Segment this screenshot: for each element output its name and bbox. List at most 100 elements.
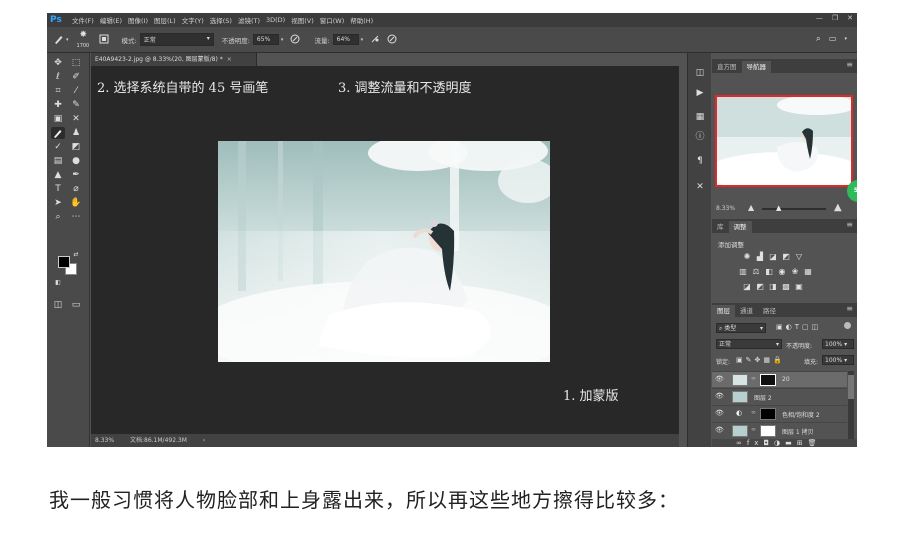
mode-select[interactable]: 正常 ▾: [139, 33, 214, 46]
link-icon[interactable]: ∞: [751, 426, 756, 433]
clone-stamp-tool-icon[interactable]: ♟: [69, 127, 83, 139]
tab-layers[interactable]: 图层: [712, 305, 735, 317]
menu-file[interactable]: 文件(F): [72, 15, 94, 25]
brush-preset-caret[interactable]: ▾: [66, 37, 69, 43]
new-group-icon[interactable]: ▬: [785, 439, 797, 447]
tab-channels[interactable]: 通道: [735, 305, 758, 317]
invert-icon[interactable]: ◪: [742, 282, 752, 292]
color-lookup-icon[interactable]: ▦: [803, 267, 813, 277]
type-tool-icon[interactable]: T: [51, 183, 65, 195]
eye-icon[interactable]: 👁: [715, 375, 724, 383]
minimize-button[interactable]: —: [816, 14, 823, 22]
content-aware-move-tool-icon[interactable]: ✕: [69, 113, 83, 125]
blur-tool-icon[interactable]: ●: [69, 155, 83, 167]
filter-toggle-icon[interactable]: [844, 322, 851, 329]
document-image[interactable]: [218, 141, 550, 362]
pen-tool-icon[interactable]: ✒: [69, 169, 83, 181]
brush-panel-icon[interactable]: [99, 34, 110, 45]
info-panel-icon[interactable]: ⓘ: [694, 131, 706, 143]
hand-tool-icon[interactable]: ✋: [69, 197, 83, 209]
eye-icon[interactable]: 👁: [715, 392, 724, 400]
tab-libraries[interactable]: 库: [712, 221, 729, 233]
tab-adjustments[interactable]: 调整: [728, 221, 752, 233]
link-icon[interactable]: ∞: [751, 375, 756, 382]
gradient-tool-icon[interactable]: ▤: [51, 155, 65, 167]
exposure-icon[interactable]: ◩: [781, 252, 791, 262]
panel-menu-icon[interactable]: ≡: [846, 60, 853, 69]
eyedropper-tool-icon[interactable]: ⁄: [69, 85, 83, 97]
pressure-opacity-icon[interactable]: [289, 34, 300, 45]
actions-panel-icon[interactable]: ▶: [694, 87, 706, 99]
blend-mode-select[interactable]: 正常 ▾: [716, 339, 782, 349]
delete-layer-icon[interactable]: 🗑: [808, 439, 822, 447]
pressure-size-icon[interactable]: [386, 34, 397, 45]
close-tab-icon[interactable]: ×: [227, 56, 232, 63]
layer-row[interactable]: 👁 ∞ 图层 1 拷贝: [712, 422, 847, 438]
tab-histogram[interactable]: 直方图: [712, 61, 742, 73]
black-white-icon[interactable]: ◧: [764, 267, 774, 277]
layers-scrollbar-thumb[interactable]: [848, 375, 854, 399]
tab-paths[interactable]: 路径: [758, 305, 781, 317]
lock-options-icons[interactable]: ▣✎✥▦🔒: [736, 356, 785, 364]
opacity-input[interactable]: 65%: [252, 34, 279, 45]
menu-layer[interactable]: 图层(L): [154, 15, 176, 25]
layer-mask-thumbnail[interactable]: [760, 408, 776, 420]
default-colors-icon[interactable]: ◧: [51, 277, 65, 289]
menu-help[interactable]: 帮助(H): [350, 15, 373, 25]
menu-window[interactable]: 窗口(W): [320, 15, 345, 25]
adjustments-menu-icon[interactable]: ≡: [846, 220, 853, 229]
quick-mask-icon[interactable]: ◫: [51, 299, 65, 311]
vibrance-icon[interactable]: ▽: [794, 252, 804, 262]
tool-presets-icon[interactable]: ✕: [694, 181, 706, 193]
lasso-tool-icon[interactable]: ℓ: [51, 71, 65, 83]
layer-row[interactable]: 👁 图层 2: [712, 388, 847, 404]
layers-scrollbar[interactable]: [848, 371, 854, 439]
patch-tool-icon[interactable]: ▣: [51, 113, 65, 125]
selective-color-icon[interactable]: ▩: [781, 282, 791, 292]
curves-icon[interactable]: ◪: [768, 252, 778, 262]
flow-dropdown-icon[interactable]: ▾: [361, 37, 364, 43]
history-panel-icon[interactable]: ◫: [694, 67, 706, 79]
navigator-zoom-value[interactable]: 8.33%: [716, 205, 735, 212]
restore-button[interactable]: ❐: [832, 14, 838, 22]
navigator-preview[interactable]: [715, 95, 853, 187]
menu-image[interactable]: 图像(I): [128, 15, 148, 25]
airbrush-icon[interactable]: [369, 34, 380, 45]
zoom-level[interactable]: 8.33%: [95, 437, 114, 444]
menu-3d[interactable]: 3D(D): [266, 16, 285, 24]
swap-colors-icon[interactable]: ⇄: [69, 249, 83, 261]
levels-icon[interactable]: ▟: [755, 252, 765, 262]
opacity-dropdown-icon[interactable]: ▾: [281, 37, 284, 43]
layer-mask-thumbnail[interactable]: [760, 374, 776, 386]
brush-tool-icon[interactable]: [53, 34, 64, 45]
floating-badge-icon[interactable]: 56: [847, 180, 857, 202]
layer-row[interactable]: 👁 ◐ ∞ 色相/饱和度 2: [712, 405, 847, 421]
layer-row[interactable]: 👁 ∞ 20: [712, 371, 847, 387]
path-select-tool-icon[interactable]: ⌀: [69, 183, 83, 195]
link-icon[interactable]: ∞: [751, 409, 756, 416]
link-layers-icon[interactable]: ∞: [736, 439, 747, 447]
zoom-slider-handle[interactable]: ▲: [776, 204, 781, 212]
menu-view[interactable]: 视图(V): [291, 15, 314, 25]
gradient-map-icon[interactable]: ▣: [794, 282, 804, 292]
close-window-button[interactable]: ✕: [847, 14, 853, 22]
workspace-icon[interactable]: ▭: [829, 34, 837, 45]
zoom-out-icon[interactable]: ▲: [748, 203, 754, 212]
photo-filter-icon[interactable]: ◉: [777, 267, 787, 277]
layer-mask-thumbnail[interactable]: [760, 425, 776, 437]
tab-navigator[interactable]: 导航器: [741, 61, 771, 73]
posterize-icon[interactable]: ◩: [755, 282, 765, 292]
add-mask-icon[interactable]: ◘: [763, 439, 774, 447]
brightness-icon[interactable]: ✺: [742, 252, 752, 262]
history-brush-tool-icon[interactable]: ✓: [51, 141, 65, 153]
menu-edit[interactable]: 编辑(E): [100, 15, 122, 25]
dodge-tool-icon[interactable]: ▲: [51, 169, 65, 181]
layer-opacity-input[interactable]: 100% ▾: [822, 339, 854, 349]
fx-icon[interactable]: fx: [747, 439, 764, 447]
layer-kind-filter[interactable]: ⌕ 类型 ▾: [716, 323, 766, 333]
healing-brush-tool-icon[interactable]: ✚: [51, 99, 65, 111]
quick-select-tool-icon[interactable]: ✐: [69, 71, 83, 83]
flow-input[interactable]: 64%: [332, 34, 359, 45]
screen-mode-icon[interactable]: ▭: [69, 299, 83, 311]
layers-menu-icon[interactable]: ≡: [846, 304, 853, 313]
